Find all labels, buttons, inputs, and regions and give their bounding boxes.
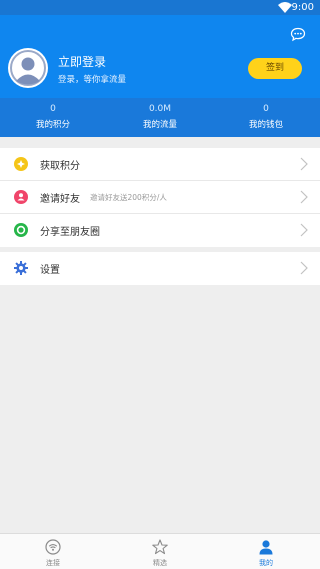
stat-wallet[interactable]: 0 我的钱包 — [213, 98, 319, 137]
menu-item-settings[interactable]: 设置 — [0, 252, 320, 285]
stat-traffic-value: 0.0M — [148, 104, 172, 114]
menu-list: 获取积分 邀请好友 邀请好友送200积分/人 分享至朋友圈 — [0, 148, 320, 247]
tab-connect[interactable]: 连接 — [0, 534, 106, 569]
wifi-signal-icon — [278, 2, 292, 13]
avatar[interactable] — [8, 48, 48, 88]
coin-icon — [14, 157, 28, 171]
tab-label-featured: 精选 — [153, 559, 167, 567]
status-time: 9:00 — [291, 2, 314, 13]
tab-label-mine: 我的 — [259, 559, 273, 567]
default-avatar-icon — [10, 50, 46, 86]
status-bar: 9:00 — [0, 0, 320, 15]
menu-label-settings: 设置 — [40, 265, 60, 276]
menu-item-get-points[interactable]: 获取积分 — [0, 148, 320, 181]
chevron-right-icon — [300, 157, 308, 171]
bottom-tab-bar: 连接 精选 我的 — [0, 533, 320, 569]
menu-label-invite-friends: 邀请好友 — [40, 194, 80, 205]
menu-hint-invite-friends: 邀请好友送200积分/人 — [90, 193, 167, 202]
menu-item-invite-friends[interactable]: 邀请好友 邀请好友送200积分/人 — [0, 181, 320, 214]
invite-user-icon — [14, 190, 28, 204]
user-icon — [259, 540, 273, 555]
tab-label-connect: 连接 — [46, 559, 60, 567]
menu-label-share-moments: 分享至朋友圈 — [40, 227, 100, 238]
wifi-icon — [45, 539, 61, 555]
menu-label-get-points: 获取积分 — [40, 161, 80, 172]
stat-points-value: 0 — [50, 104, 56, 114]
stat-traffic[interactable]: 0.0M 我的流量 — [107, 98, 213, 137]
stat-points-label: 我的积分 — [35, 120, 70, 130]
star-icon — [152, 539, 168, 555]
login-title[interactable]: 立即登录 — [58, 53, 106, 70]
chevron-right-icon — [300, 190, 308, 204]
profile-header: 立即登录 登录，等你拿流量 签到 0 我的积分 0.0M 我的流量 0 我的钱包 — [0, 15, 320, 137]
chevron-right-icon — [300, 223, 308, 237]
tab-mine[interactable]: 我的 — [213, 534, 319, 569]
gear-icon — [14, 261, 28, 275]
menu-item-share-moments[interactable]: 分享至朋友圈 — [0, 214, 320, 247]
signin-button[interactable]: 签到 — [248, 58, 302, 79]
tab-featured[interactable]: 精选 — [107, 534, 213, 569]
login-subtitle: 登录，等你拿流量 — [58, 75, 127, 85]
stat-points[interactable]: 0 我的积分 — [0, 98, 106, 137]
stat-wallet-value: 0 — [263, 104, 269, 114]
stat-wallet-label: 我的钱包 — [248, 120, 283, 130]
moments-icon — [14, 223, 28, 237]
chevron-right-icon — [300, 261, 308, 275]
stat-traffic-label: 我的流量 — [142, 120, 177, 130]
stats-bar: 0 我的积分 0.0M 我的流量 0 我的钱包 — [0, 98, 320, 137]
message-icon[interactable] — [290, 27, 306, 42]
